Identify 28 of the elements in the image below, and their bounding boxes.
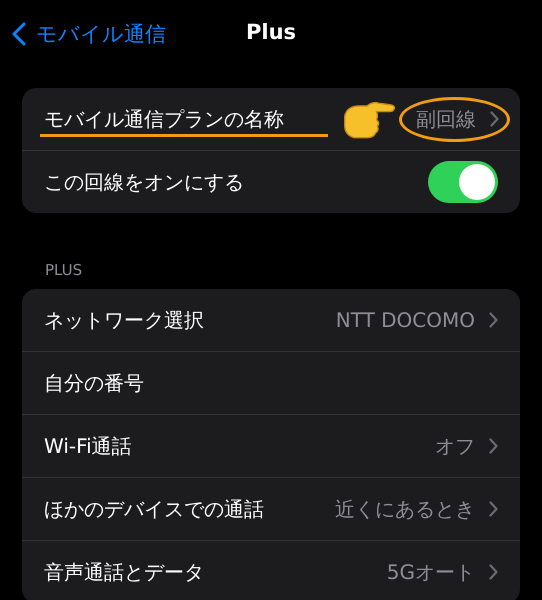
page-title: Plus (246, 20, 296, 44)
row-label: ほかのデバイスでの通話 (44, 496, 264, 522)
settings-row[interactable]: モバイル通信プランの名称 副回線 (22, 88, 520, 150)
settings-row[interactable]: Wi-Fi通話 オフ (22, 414, 520, 477)
chevron-icon (489, 564, 498, 580)
row-label: モバイル通信プランの名称 (44, 106, 284, 132)
row-value: 近くにあるとき (335, 496, 475, 522)
section-header: PLUS (44, 260, 84, 281)
back-button[interactable]: モバイル通信 (12, 20, 166, 48)
row-label: この回線をオンにする (44, 168, 244, 196)
row-label: ネットワーク選択 (44, 306, 204, 334)
row-label: 音声通話とデータ (44, 558, 204, 586)
back-chevron-icon (12, 22, 26, 46)
settings-row[interactable]: 自分の番号 (22, 351, 520, 414)
chevron-icon (489, 501, 498, 517)
row-label: Wi-Fi通話 (44, 432, 132, 460)
chevron-icon (489, 312, 498, 328)
chevron-icon (490, 111, 499, 127)
settings-row[interactable]: ネットワーク選択 NTT DOCOMO (22, 289, 520, 351)
settings-row[interactable]: 音声通話とデータ 5Gオート (22, 540, 520, 600)
settings-row[interactable]: ほかのデバイスでの通話 近くにあるとき (22, 477, 520, 540)
row-value: NTT DOCOMO (336, 308, 475, 332)
row-value: オフ (435, 432, 475, 460)
row-value: 副回線 (416, 106, 476, 132)
row-label: 自分の番号 (44, 370, 144, 396)
toggle-switch[interactable] (428, 161, 498, 203)
row-value: 5Gオート (386, 558, 475, 586)
chevron-icon (489, 438, 498, 454)
